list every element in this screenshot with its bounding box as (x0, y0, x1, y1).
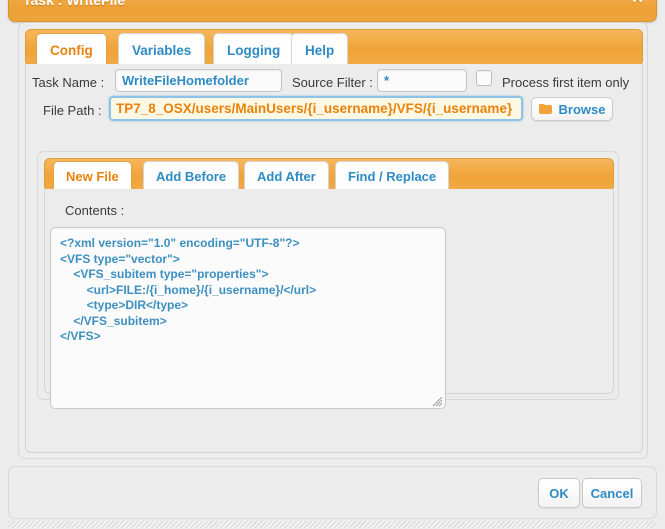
browse-button-label: Browse (558, 101, 606, 117)
dialog-footer: OK Cancel (8, 466, 657, 519)
cancel-button[interactable]: Cancel (582, 478, 642, 508)
process-first-item-label: Process first item only (502, 75, 630, 90)
browse-button[interactable]: Browse (531, 97, 613, 121)
dialog-titlebar: Task : WriteFile ✕ (8, 0, 657, 22)
tab-find-replace[interactable]: Find / Replace (335, 161, 450, 191)
config-panel: Config Variables Logging Help Task Name … (18, 22, 648, 459)
inner-tab-bar: New File Add Before Add After Find / Rep… (44, 158, 614, 191)
tab-logging[interactable]: Logging (213, 33, 295, 66)
file-path-label: File Path : (43, 103, 102, 118)
window-resize-grip[interactable] (8, 521, 657, 528)
tab-variables[interactable]: Variables (118, 33, 206, 66)
tab-add-after[interactable]: Add After (244, 161, 329, 191)
textarea-resize-grip[interactable] (432, 396, 443, 407)
task-name-label: Task Name : (32, 75, 105, 90)
task-name-input[interactable] (115, 69, 282, 92)
source-filter-label: Source Filter : (292, 75, 373, 90)
contents-label: Contents : (65, 203, 125, 218)
file-path-input[interactable] (109, 96, 523, 121)
tab-new-file[interactable]: New File (53, 161, 132, 191)
tab-config[interactable]: Config (36, 33, 107, 66)
tab-help[interactable]: Help (291, 33, 349, 66)
tab-add-before[interactable]: Add Before (143, 161, 240, 191)
file-actions-panel: New File Add Before Add After Find / Rep… (37, 151, 619, 409)
source-filter-input[interactable] (377, 69, 467, 92)
ok-button[interactable]: OK (538, 478, 580, 508)
task-dialog: Task : WriteFile ✕ Config Variables Logg… (0, 0, 665, 529)
close-icon[interactable]: ✕ (631, 0, 644, 7)
new-file-tab-content: Contents : (44, 189, 614, 409)
folder-icon (538, 103, 553, 115)
outer-tab-bar: Config Variables Logging Help (25, 29, 643, 66)
dialog-title: Task : WriteFile (23, 0, 126, 8)
process-first-item-checkbox[interactable] (476, 70, 492, 86)
contents-textarea[interactable] (50, 227, 446, 409)
